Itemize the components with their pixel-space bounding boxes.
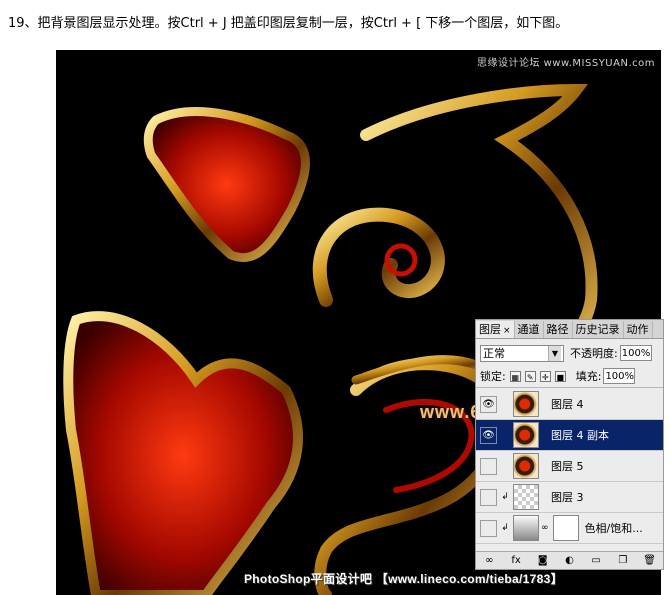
watermark-top: 思缘设计论坛 www.MISSYUAN.com	[476, 58, 655, 69]
stroke-left-radical	[63, 311, 303, 595]
clip-arrow-icon: ↲	[501, 523, 509, 533]
layer-name: 图层 3	[551, 491, 584, 504]
layer-row-selected[interactable]: 👁 图层 4 副本	[476, 420, 663, 451]
trash-icon[interactable]: 🗑	[643, 555, 657, 567]
eye-icon[interactable]: 👁	[480, 395, 497, 413]
layer-row[interactable]: 图层 5	[476, 451, 663, 482]
tab-channels[interactable]: 通道	[515, 321, 544, 338]
eye-off-icon[interactable]	[480, 519, 497, 537]
fill-input[interactable]: 100%	[603, 368, 636, 384]
tab-paths[interactable]: 路径	[544, 321, 573, 338]
adjustment-thumbnail	[513, 515, 539, 541]
lock-move-icon[interactable]: ✛	[539, 370, 551, 382]
opacity-label: 不透明度:	[570, 347, 618, 360]
clip-arrow-icon: ↲	[501, 492, 509, 502]
layer-list: 👁 图层 4 👁 图层 4 副本 图层 5 ↲ 图层 3 ↲ ∞ 色相/饱和..…	[476, 389, 663, 544]
link-layers-icon[interactable]: ∞	[482, 555, 496, 567]
layer-row[interactable]: ↲ ∞ 色相/饱和...	[476, 513, 663, 544]
watermark-bottom: PhotoShop平面设计吧 【www.lineco.com/tieba/178…	[244, 572, 563, 586]
mask-thumbnail	[552, 515, 579, 541]
lock-transparency-icon[interactable]: ▦	[509, 370, 521, 382]
layer-name: 图层 4	[551, 398, 584, 411]
tab-actions[interactable]: 动作	[624, 321, 653, 338]
layer-row[interactable]: ↲ 图层 3	[476, 482, 663, 513]
layer-row[interactable]: 👁 图层 4	[476, 389, 663, 420]
lock-label: 锁定:	[480, 370, 506, 383]
stroke-spiral	[312, 207, 445, 307]
layers-panel: 图层 × 通道 路径 历史记录 动作 正常 ▼ 不透明度: 100% 锁定: ▦ …	[475, 319, 664, 570]
opacity-input[interactable]: 100%	[619, 345, 652, 361]
layer-thumbnail	[513, 422, 539, 448]
layer-thumbnail	[513, 391, 539, 417]
close-icon[interactable]: ×	[503, 326, 511, 336]
stroke-dot	[143, 107, 310, 263]
eye-off-icon[interactable]	[480, 457, 497, 475]
tab-history[interactable]: 历史记录	[573, 321, 624, 338]
layer-thumbnail	[513, 484, 539, 510]
blend-row: 正常 ▼ 不透明度: 100%	[476, 343, 663, 363]
blend-mode-select[interactable]: 正常 ▼	[480, 344, 564, 362]
fill-label: 填充:	[575, 370, 602, 383]
panel-footer: ∞ fx ◙ ◐ ▭ ❐ 🗑	[476, 551, 663, 569]
lock-row: 锁定: ▦ ✎ ✛ ■ 填充: 100%	[476, 367, 663, 388]
tab-layers[interactable]: 图层 ×	[476, 321, 515, 338]
layer-name: 图层 4 副本	[551, 429, 609, 442]
lock-brush-icon[interactable]: ✎	[524, 370, 536, 382]
chain-link-icon[interactable]: ∞	[541, 523, 549, 533]
layer-thumbnail	[513, 453, 539, 479]
eye-off-icon[interactable]	[480, 488, 497, 506]
new-group-icon[interactable]: ▭	[589, 555, 603, 567]
layer-name: 色相/饱和...	[584, 522, 643, 535]
layer-name: 图层 5	[551, 460, 584, 473]
adjustment-layer-icon[interactable]: ◐	[562, 555, 576, 567]
fx-icon[interactable]: fx	[509, 555, 523, 567]
chevron-down-icon: ▼	[548, 345, 561, 361]
tutorial-step-caption: 19、把背景图层显示处理。按Ctrl + J 把盖印图层复制一层，按Ctrl +…	[8, 16, 569, 31]
eye-icon[interactable]: 👁	[480, 426, 497, 444]
panel-tabs: 图层 × 通道 路径 历史记录 动作	[476, 320, 663, 339]
add-mask-icon[interactable]: ◙	[536, 555, 550, 567]
lock-all-icon[interactable]: ■	[554, 370, 566, 382]
new-layer-icon[interactable]: ❐	[616, 555, 630, 567]
